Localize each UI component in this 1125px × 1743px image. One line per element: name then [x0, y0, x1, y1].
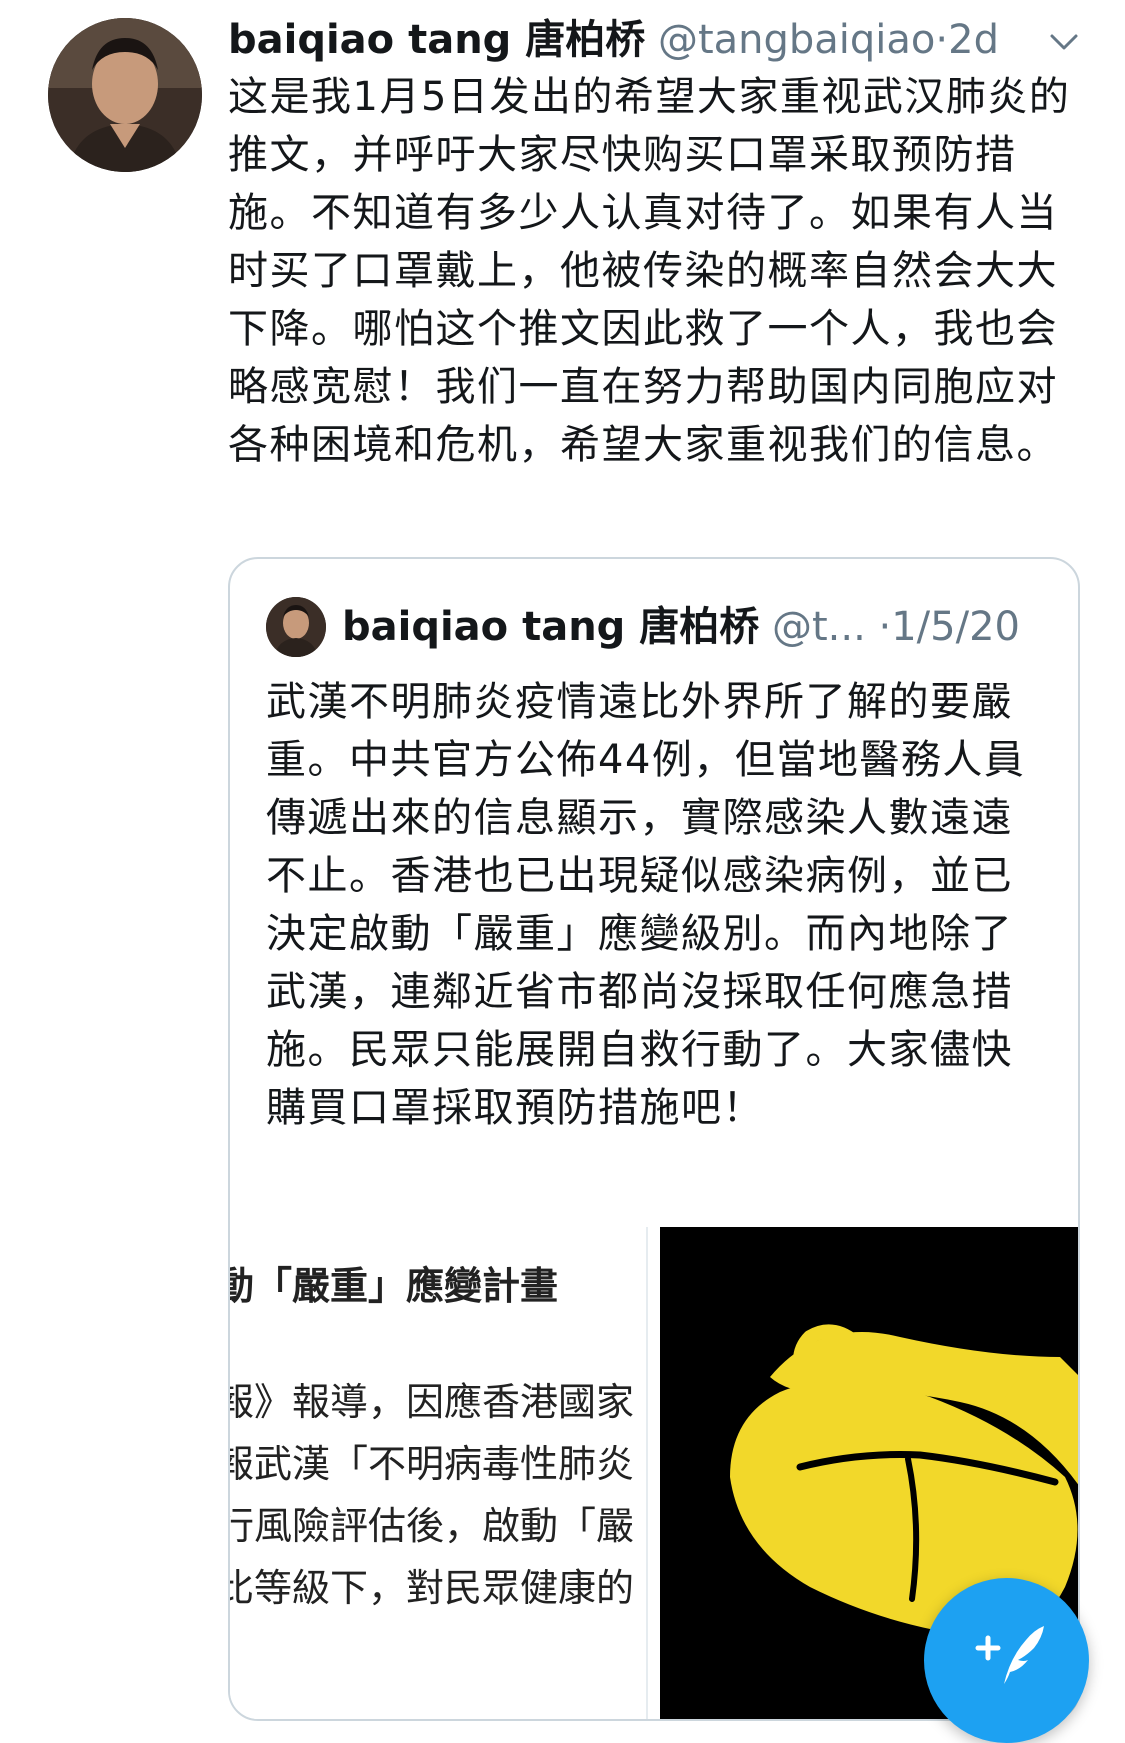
quoted-media-article-screenshot[interactable]: 動「嚴重」應變計畫 報》報導，因應香港國家 報武漢「不明病毒性肺炎 行風險評估後…: [230, 1227, 648, 1719]
compose-tweet-icon: [975, 1626, 1044, 1684]
author-display-name[interactable]: baiqiao tang 唐柏桥: [228, 17, 645, 63]
article-headline: 動「嚴重」應變計畫: [230, 1264, 559, 1308]
quoted-author-handle: @t...: [771, 604, 866, 650]
meta-separator: ·: [935, 17, 949, 63]
article-line: 報武漢「不明病毒性肺炎: [230, 1442, 635, 1486]
quoted-tweet-timestamp: 1/5/20: [891, 604, 1020, 650]
author-avatar[interactable]: [48, 18, 202, 172]
author-handle[interactable]: @tangbaiqiao: [658, 17, 935, 63]
chevron-down-icon[interactable]: [1044, 22, 1084, 62]
quoted-tweet-text: 武漢不明肺炎疫情遠比外界所了解的要嚴重。中共官方公佈44例，但當地醫務人員傳遞出…: [266, 679, 1026, 1131]
tweet-timestamp[interactable]: 2d: [948, 17, 999, 63]
tweet-header: baiqiao tang 唐柏桥 @tangbaiqiao·2d: [228, 10, 1108, 70]
quoted-meta-separator: ·: [878, 604, 892, 650]
tweet-text: 这是我1月5日发出的希望大家重视武汉肺炎的推文，并呼吁大家尽快购买口罩采取预防措…: [228, 74, 1071, 468]
quoted-tweet-card[interactable]: baiqiao tang 唐柏桥 @t... ·1/5/20 武漢不明肺炎疫情遠…: [228, 557, 1080, 1721]
article-line: 比等級下，對民眾健康的: [230, 1566, 635, 1610]
quoted-tweet-header: baiqiao tang 唐柏桥 @t... ·1/5/20: [342, 597, 1062, 657]
article-line: 行風險評估後，啟動「嚴: [230, 1504, 635, 1548]
tweet[interactable]: baiqiao tang 唐柏桥 @tangbaiqiao·2d 这是我1月5日…: [0, 0, 1125, 1743]
article-line: 報》報導，因應香港國家: [230, 1380, 635, 1424]
quoted-author-display-name: baiqiao tang 唐柏桥: [342, 604, 760, 650]
compose-tweet-button[interactable]: [924, 1578, 1089, 1743]
quoted-author-avatar: [266, 597, 326, 657]
